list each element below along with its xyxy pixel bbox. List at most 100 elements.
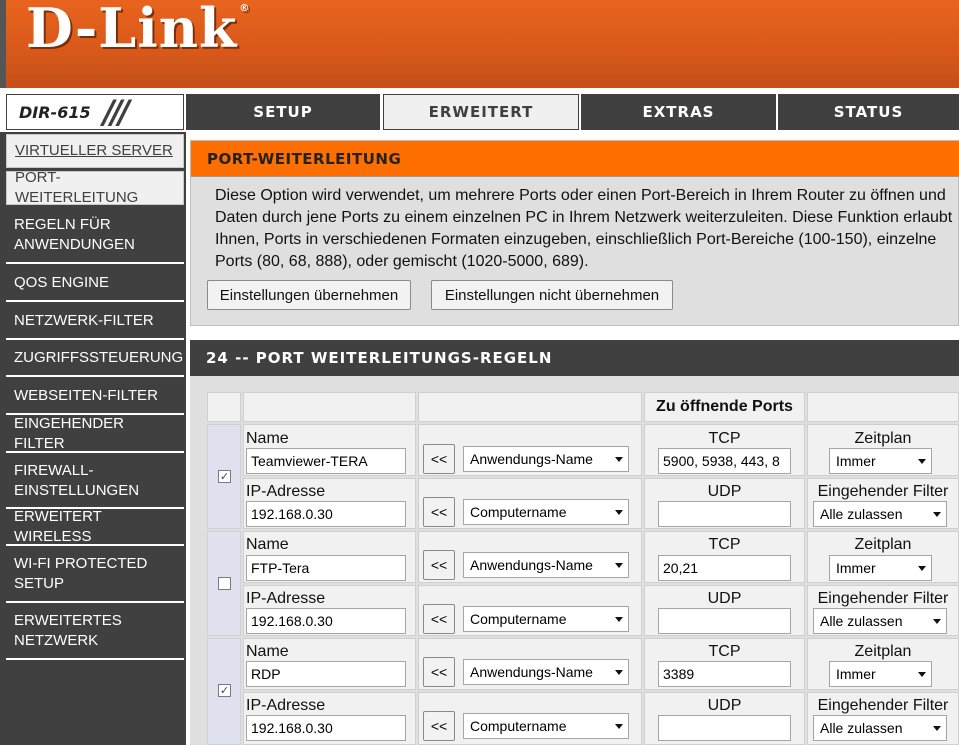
sidebar-item-eingehender-filter[interactable]: EINGEHENDER FILTER	[6, 414, 184, 453]
sidebar-item-zugriffssteuerung[interactable]: ZUGRIFFSSTEUERUNG	[6, 341, 184, 377]
header-cell-blank	[207, 392, 241, 422]
rule-2-udp-input[interactable]	[658, 608, 791, 634]
rule-2-enable-cell	[207, 531, 241, 636]
rule-3-tcp-input[interactable]: 3389	[658, 661, 791, 687]
rule-3-copy-app-button[interactable]: <<	[423, 657, 455, 687]
sidebar-item-firewall-einstellungen[interactable]: FIREWALL-EINSTELLUNGEN	[6, 454, 184, 509]
intro-title: PORT-WEITERLEITUNG	[191, 141, 959, 177]
select-value: Anwendungs-Name	[470, 557, 593, 573]
rule-1-computer-select[interactable]: Computername	[463, 499, 629, 525]
apply-settings-button[interactable]: Einstellungen übernehmen	[207, 280, 411, 310]
sidebar-item-netzwerk-filter[interactable]: NETZWERK-FILTER	[6, 303, 184, 340]
select-value: Anwendungs-Name	[470, 451, 593, 467]
rule-2-tcp-input[interactable]: 20,21	[658, 555, 791, 581]
rule-3-enable-checkbox[interactable]: ✓	[218, 684, 231, 697]
rule-2-enable-checkbox[interactable]	[218, 577, 231, 590]
rules-title: 24 -- PORT WEITERLEITUNGS-REGELN	[190, 340, 959, 376]
rule-2-tcp-label: TCP	[708, 536, 741, 553]
chevron-down-icon	[933, 512, 941, 517]
model-name: DIR-615	[19, 103, 91, 122]
sidebar-item-port-weiterleitung[interactable]: PORT-WEITERLEITUNG	[6, 169, 184, 206]
logo-text: D-Link	[26, 0, 238, 60]
select-value: Computername	[470, 611, 567, 627]
rule-2-name-label: Name	[246, 536, 289, 553]
rule-1-tcp-cell: TCP 5900, 5938, 443, 8	[644, 424, 805, 476]
rule-1-udp-cell: UDP	[644, 478, 805, 529]
rule-3-inbound-cell: Eingehender Filter Alle zulassen	[807, 692, 959, 745]
dlink-logo: D-Link ®	[26, 0, 249, 60]
sidebar-item-label: WI-FI PROTECTED SETUP	[14, 555, 148, 592]
select-value: Immer	[836, 453, 876, 469]
sidebar: VIRTUELLER SERVER PORT-WEITERLEITUNG REG…	[0, 132, 186, 745]
ports-header: Zu öffnende Ports	[656, 398, 793, 415]
rule-2-name-input[interactable]: FTP-Tera	[246, 555, 406, 581]
rule-3-udp-input[interactable]	[658, 715, 791, 741]
rule-1-enable-checkbox[interactable]: ✓	[218, 470, 231, 483]
rule-1-computer-cell: << Computername	[418, 478, 642, 529]
sidebar-item-label: REGELN FÜR ANWENDUNGEN	[14, 216, 135, 253]
model-badge: DIR-615 ///	[6, 93, 184, 131]
rule-3-name-input[interactable]: RDP	[246, 661, 406, 687]
chevron-down-icon	[615, 457, 623, 462]
header-cell-blank	[418, 392, 642, 422]
rule-1-name-cell: Name Teamviewer-TERA	[243, 424, 416, 476]
rule-1-name-input[interactable]: Teamviewer-TERA	[246, 448, 406, 474]
tab-erweitert[interactable]: ERWEITERT	[383, 94, 579, 130]
rule-2-computer-cell: << Computername	[418, 585, 642, 636]
rule-3-ip-input[interactable]: 192.168.0.30	[246, 715, 406, 741]
rule-1-tcp-input[interactable]: 5900, 5938, 443, 8	[658, 448, 791, 474]
rule-2-computer-select[interactable]: Computername	[463, 606, 629, 632]
rule-1-udp-input[interactable]	[658, 501, 791, 527]
select-value: Immer	[836, 666, 876, 682]
sidebar-item-virtueller-server[interactable]: VIRTUELLER SERVER	[6, 134, 184, 168]
rule-2-schedule-select[interactable]: Immer	[829, 555, 932, 581]
tab-status[interactable]: STATUS	[778, 94, 959, 130]
discard-settings-button[interactable]: Einstellungen nicht übernehmen	[431, 280, 673, 310]
rule-1-schedule-cell: Zeitplan Immer	[807, 424, 959, 476]
rule-3-computer-select[interactable]: Computername	[463, 713, 629, 739]
rule-3-inbound-label: Eingehender Filter	[817, 697, 949, 714]
rule-1-enable-cell: ✓	[207, 424, 241, 529]
sidebar-item-qos-engine[interactable]: QOS ENGINE	[6, 265, 184, 302]
rule-2-inbound-select[interactable]: Alle zulassen	[813, 608, 947, 634]
rule-2-ip-input[interactable]: 192.168.0.30	[246, 608, 406, 634]
sidebar-item-erweitertes-netzwerk[interactable]: ERWEITERTES NETZWERK	[6, 604, 184, 660]
rule-2-copy-app-button[interactable]: <<	[423, 550, 455, 580]
chevron-down-icon	[615, 724, 623, 729]
rule-1-schedule-select[interactable]: Immer	[829, 448, 932, 474]
rule-1-copy-computer-button[interactable]: <<	[423, 497, 455, 527]
tab-setup[interactable]: SETUP	[186, 94, 380, 130]
rule-2-name-cell: Name FTP-Tera	[243, 531, 416, 583]
select-value: Alle zulassen	[820, 720, 903, 736]
sidebar-item-label: EINGEHENDER FILTER	[14, 414, 125, 452]
rule-3-name-cell: Name RDP	[243, 638, 416, 690]
rule-2-app-select[interactable]: Anwendungs-Name	[463, 552, 629, 578]
rule-3-inbound-select[interactable]: Alle zulassen	[813, 715, 947, 741]
sidebar-item-label: PORT-WEITERLEITUNG	[15, 169, 139, 206]
rule-1-schedule-label: Zeitplan	[854, 430, 912, 447]
rule-3-schedule-select[interactable]: Immer	[829, 661, 932, 687]
sidebar-item-erweitert-wireless[interactable]: ERWEITERT WIRELESS	[6, 508, 184, 546]
sidebar-item-wifi-protected-setup[interactable]: WI-FI PROTECTED SETUP	[6, 547, 184, 603]
rule-1-inbound-select[interactable]: Alle zulassen	[813, 501, 947, 527]
rule-1-app-select[interactable]: Anwendungs-Name	[463, 446, 629, 472]
rule-3-copy-computer-button[interactable]: <<	[423, 711, 455, 741]
select-value: Computername	[470, 718, 567, 734]
rule-1-ip-input[interactable]: 192.168.0.30	[246, 501, 406, 527]
sidebar-item-label: WEBSEITEN-FILTER	[14, 386, 158, 404]
chevron-down-icon	[615, 617, 623, 622]
rule-3-enable-cell: ✓	[207, 638, 241, 745]
rule-3-app-select[interactable]: Anwendungs-Name	[463, 659, 629, 685]
sidebar-item-regeln-fuer-anwendungen[interactable]: REGELN FÜR ANWENDUNGEN	[6, 208, 184, 264]
rule-3-udp-label: UDP	[707, 697, 742, 714]
chevron-down-icon	[918, 672, 926, 677]
ports-header-cell: Zu öffnende Ports	[644, 392, 805, 422]
sidebar-item-webseiten-filter[interactable]: WEBSEITEN-FILTER	[6, 378, 184, 415]
rule-3-udp-cell: UDP	[644, 692, 805, 745]
rule-1-copy-app-button[interactable]: <<	[423, 444, 455, 474]
tab-extras[interactable]: EXTRAS	[581, 94, 776, 130]
rule-3-schedule-cell: Zeitplan Immer	[807, 638, 959, 690]
rule-2-inbound-label: Eingehender Filter	[817, 590, 949, 607]
rule-2-copy-computer-button[interactable]: <<	[423, 604, 455, 634]
rule-2-schedule-label: Zeitplan	[854, 536, 912, 553]
